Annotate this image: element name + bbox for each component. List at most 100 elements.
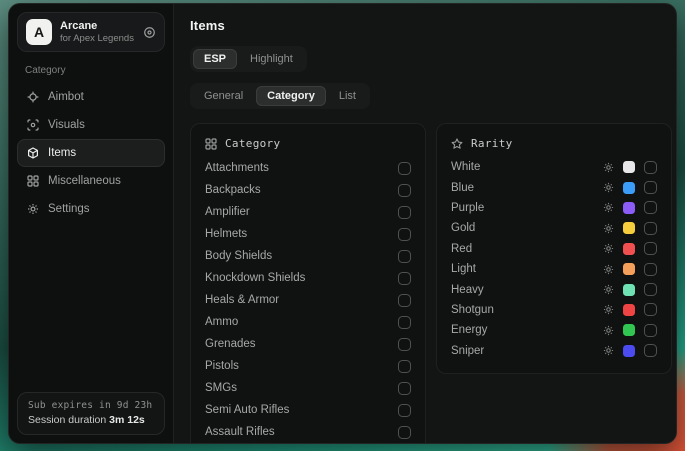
- category-row[interactable]: Heals & Armor: [205, 289, 411, 311]
- category-row[interactable]: Ammo: [205, 311, 411, 333]
- tab-list[interactable]: List: [328, 86, 367, 106]
- color-swatch[interactable]: [623, 182, 635, 194]
- rarity-row[interactable]: Gold: [451, 218, 657, 238]
- checkbox[interactable]: [644, 161, 657, 174]
- category-row[interactable]: Assault Rifles: [205, 421, 411, 443]
- checkbox[interactable]: [644, 222, 657, 235]
- checkbox[interactable]: [644, 344, 657, 357]
- rarity-row[interactable]: Light: [451, 259, 657, 279]
- checkbox[interactable]: [398, 382, 411, 395]
- color-swatch[interactable]: [623, 263, 635, 275]
- target-icon[interactable]: [143, 26, 156, 39]
- gear-icon[interactable]: [603, 223, 614, 234]
- checkbox[interactable]: [644, 324, 657, 337]
- checkbox[interactable]: [398, 294, 411, 307]
- panels-row: Category Attachments Backpacks: [190, 123, 672, 444]
- rarity-row[interactable]: Sniper: [451, 341, 657, 361]
- category-row[interactable]: Body Shields: [205, 245, 411, 267]
- checkbox[interactable]: [644, 283, 657, 296]
- gear-icon[interactable]: [603, 264, 614, 275]
- tab-highlight[interactable]: Highlight: [239, 49, 304, 69]
- color-swatch[interactable]: [623, 222, 635, 234]
- gear-icon[interactable]: [603, 243, 614, 254]
- sidebar-item-aimbot[interactable]: Aimbot: [17, 83, 165, 111]
- sub-expiry-text: Sub expires in 9d 23h: [28, 400, 154, 411]
- sidebar-item-visuals[interactable]: Visuals: [17, 111, 165, 139]
- checkbox[interactable]: [398, 272, 411, 285]
- session-duration-value: 3m 12s: [109, 414, 145, 426]
- category-row-label: Knockdown Shields: [205, 272, 305, 284]
- rarity-row-label: Red: [451, 243, 472, 255]
- cube-icon: [27, 147, 39, 159]
- checkbox[interactable]: [398, 404, 411, 417]
- session-info-box: Sub expires in 9d 23h Session duration 3…: [17, 392, 165, 435]
- category-row[interactable]: Grenades: [205, 333, 411, 355]
- category-row[interactable]: Amplifier: [205, 201, 411, 223]
- checkbox[interactable]: [398, 228, 411, 241]
- tab-general[interactable]: General: [193, 86, 254, 106]
- rarity-row[interactable]: Purple: [451, 198, 657, 218]
- category-row[interactable]: Helmets: [205, 223, 411, 245]
- sidebar-item-settings[interactable]: Settings: [17, 195, 165, 223]
- sidebar: A Arcane for Apex Legends Category Aimbo…: [9, 4, 174, 443]
- star-icon: [451, 138, 463, 150]
- color-swatch[interactable]: [623, 243, 635, 255]
- rarity-row[interactable]: Shotgun: [451, 300, 657, 320]
- checkbox[interactable]: [644, 242, 657, 255]
- color-swatch[interactable]: [623, 161, 635, 173]
- checkbox[interactable]: [398, 316, 411, 329]
- rarity-row-label: Heavy: [451, 284, 484, 296]
- sidebar-item-miscellaneous[interactable]: Miscellaneous: [17, 167, 165, 195]
- checkbox[interactable]: [398, 426, 411, 439]
- checkbox[interactable]: [644, 263, 657, 276]
- checkbox[interactable]: [398, 162, 411, 175]
- rarity-row[interactable]: Blue: [451, 177, 657, 197]
- rarity-row[interactable]: Heavy: [451, 279, 657, 299]
- rarity-row[interactable]: White: [451, 157, 657, 177]
- gear-icon[interactable]: [603, 325, 614, 336]
- rarity-row[interactable]: Energy: [451, 320, 657, 340]
- category-row[interactable]: Pistols: [205, 355, 411, 377]
- gear-icon[interactable]: [603, 345, 614, 356]
- gear-icon[interactable]: [603, 284, 614, 295]
- color-swatch[interactable]: [623, 284, 635, 296]
- color-swatch[interactable]: [623, 304, 635, 316]
- category-row[interactable]: Knockdown Shields: [205, 267, 411, 289]
- rarity-row-label: Shotgun: [451, 304, 494, 316]
- gear-icon[interactable]: [603, 304, 614, 315]
- tab-esp[interactable]: ESP: [193, 49, 237, 69]
- checkbox[interactable]: [398, 338, 411, 351]
- checkbox[interactable]: [644, 303, 657, 316]
- color-swatch[interactable]: [623, 345, 635, 357]
- checkbox[interactable]: [398, 206, 411, 219]
- category-row-label: Semi Auto Rifles: [205, 404, 289, 416]
- rarity-panel-header: Rarity: [451, 134, 657, 157]
- rarity-row-label: Light: [451, 263, 476, 275]
- category-row[interactable]: Attachments: [205, 157, 411, 179]
- category-row[interactable]: SMGs: [205, 377, 411, 399]
- session-duration-text: Session duration 3m 12s: [28, 414, 154, 426]
- category-row[interactable]: Semi Auto Rifles: [205, 399, 411, 421]
- rarity-row-controls: [603, 263, 657, 276]
- color-swatch[interactable]: [623, 324, 635, 336]
- rarity-row[interactable]: Red: [451, 239, 657, 259]
- gear-icon[interactable]: [603, 182, 614, 193]
- gear-icon[interactable]: [603, 162, 614, 173]
- category-row[interactable]: Backpacks: [205, 179, 411, 201]
- gear-icon[interactable]: [603, 202, 614, 213]
- rarity-row-controls: [603, 303, 657, 316]
- color-swatch[interactable]: [623, 202, 635, 214]
- sidebar-item-items[interactable]: Items: [17, 139, 165, 167]
- category-row-label: Helmets: [205, 228, 247, 240]
- tab-category[interactable]: Category: [256, 86, 326, 106]
- page-title: Items: [190, 18, 672, 33]
- category-row[interactable]: LMGs: [205, 443, 411, 444]
- checkbox[interactable]: [398, 360, 411, 373]
- checkbox[interactable]: [644, 201, 657, 214]
- checkbox[interactable]: [398, 250, 411, 263]
- rarity-row-controls: [603, 344, 657, 357]
- checkbox[interactable]: [644, 181, 657, 194]
- checkbox[interactable]: [398, 184, 411, 197]
- brand-text: Arcane for Apex Legends: [60, 20, 135, 45]
- rarity-row-controls: [603, 181, 657, 194]
